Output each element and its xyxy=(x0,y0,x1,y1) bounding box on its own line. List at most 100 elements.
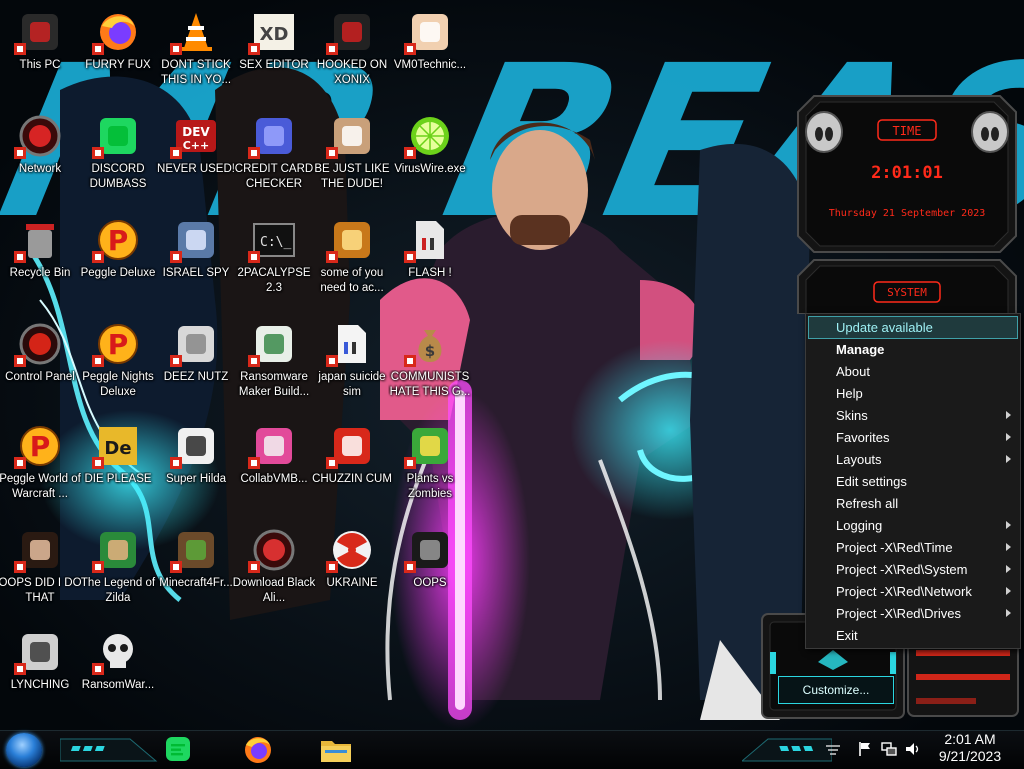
desktop-icon[interactable]: CollabVMB... xyxy=(234,420,314,520)
desktop-icon[interactable]: DONT STICK THIS IN YO... xyxy=(156,6,236,106)
shortcut-badge-icon xyxy=(404,354,416,367)
context-menu-item-label: Project -X\Red\Network xyxy=(836,584,972,599)
desktop-icon[interactable]: P Peggle World of Warcraft ... xyxy=(0,420,81,520)
shortcut-badge-icon xyxy=(92,662,104,675)
context-menu-item-label: Manage xyxy=(836,342,885,357)
desktop-icon[interactable]: some of you need to ac... xyxy=(312,214,392,314)
context-menu-item[interactable]: Project -X\Red\System xyxy=(809,559,1017,580)
desktop-icon[interactable]: DEEZ NUTZ xyxy=(156,318,236,418)
context-menu-item[interactable]: About xyxy=(809,361,1017,382)
taskbar-clock-date[interactable]: 9/21/2023 xyxy=(930,748,1010,765)
shortcut-badge-icon xyxy=(326,354,338,367)
system-widget[interactable]: SYSTEM xyxy=(794,256,1020,314)
start-button[interactable] xyxy=(6,733,42,767)
show-hidden-icons-icon[interactable] xyxy=(824,740,842,758)
taskbar: 2:01 AM 9/21/2023 xyxy=(0,730,1024,769)
desktop-icon[interactable]: LYNCHING xyxy=(0,626,80,726)
desktop-icon[interactable]: CREDIT CARD CHECKER xyxy=(234,110,314,210)
context-menu-item[interactable]: Update available xyxy=(808,316,1018,339)
flag-icon[interactable] xyxy=(856,740,874,758)
context-menu-item[interactable]: Project -X\Red\Drives xyxy=(809,603,1017,624)
folder-icon xyxy=(321,741,351,762)
time-widget[interactable]: TIME 2:01:01 Thursday 21 September 2023 xyxy=(794,92,1020,256)
context-menu-item[interactable]: Help xyxy=(809,383,1017,404)
desktop-icon-label: DONT STICK THIS IN YO... xyxy=(160,59,232,86)
desktop-icon[interactable]: CHUZZIN CUM xyxy=(312,420,392,520)
desktop-icon-label: NEVER USED! xyxy=(157,163,235,175)
desktop-icon-label: Download Black Ali... xyxy=(232,577,316,604)
time-widget-date: Thursday 21 September 2023 xyxy=(829,208,986,219)
context-menu-item[interactable]: Logging xyxy=(809,515,1017,536)
volume-icon[interactable] xyxy=(904,740,922,758)
desktop-icon-label: Minecraft4Fr... xyxy=(159,577,233,589)
desktop-icon-label: Recycle Bin xyxy=(9,267,71,279)
desktop-icon[interactable]: De DIE PLEASE xyxy=(78,420,158,520)
desktop-icon[interactable]: Recycle Bin xyxy=(0,214,80,314)
desktop-icon[interactable]: UKRAINE xyxy=(312,524,392,624)
desktop-icon-label: Peggle Deluxe xyxy=(80,267,156,279)
desktop-icon[interactable]: OOPS DID I DO THAT xyxy=(0,524,82,624)
desktop-icon[interactable]: FLASH ! xyxy=(390,214,470,314)
desktop-icon[interactable]: Plants vs Zombies xyxy=(390,420,470,520)
context-menu-item[interactable]: Manage xyxy=(809,339,1017,360)
desktop-icon[interactable]: This PC xyxy=(0,6,80,106)
desktop-icon-label: Network xyxy=(18,163,62,175)
desktop-icon[interactable]: BE JUST LIKE THE DUDE! xyxy=(312,110,392,210)
context-menu-item[interactable]: Layouts xyxy=(809,449,1017,470)
submenu-arrow-icon xyxy=(1006,433,1011,441)
desktop-icon-label: DISCORD DUMBASS xyxy=(89,163,147,190)
desktop-icon[interactable]: DISCORD DUMBASS xyxy=(78,110,158,210)
desktop-icon[interactable]: japan suicide sim xyxy=(312,318,392,418)
context-menu-item-label: Help xyxy=(836,386,863,401)
shortcut-badge-icon xyxy=(248,250,260,263)
desktop-icon[interactable]: Ransomware Maker Build... xyxy=(234,318,314,418)
submenu-arrow-icon xyxy=(1006,543,1011,551)
system-widget-header: SYSTEM xyxy=(887,286,927,299)
desktop-icon-label: ISRAEL SPY xyxy=(162,267,230,279)
desktop-icon[interactable]: VM0Technic... xyxy=(390,6,470,106)
desktop-icon[interactable]: C:\_ 2PACALYPSE 2.3 xyxy=(234,214,314,314)
desktop-icon[interactable]: RansomWar... xyxy=(78,626,158,726)
context-menu-item-label: Favorites xyxy=(836,430,890,445)
taskbar-clock-time[interactable]: 2:01 AM xyxy=(930,731,1010,748)
taskbar-file-explorer-button[interactable] xyxy=(316,733,356,767)
desktop-icon[interactable]: OOPS xyxy=(390,524,470,624)
taskbar-firefox-button[interactable] xyxy=(238,733,278,767)
context-menu-item[interactable]: Edit settings xyxy=(809,471,1017,492)
shortcut-badge-icon xyxy=(248,146,260,159)
desktop-icon-label: RansomWar... xyxy=(81,679,155,691)
context-menu-item-label: Project -X\Red\System xyxy=(836,562,968,577)
desktop-icon[interactable]: DEV C++ NEVER USED! xyxy=(156,110,236,210)
context-menu-item[interactable]: Exit xyxy=(809,625,1017,646)
desktop-icon[interactable]: P Peggle Nights Deluxe xyxy=(78,318,158,418)
context-menu-item-label: Project -X\Red\Drives xyxy=(836,606,961,621)
desktop-icon[interactable]: Minecraft4Fr... xyxy=(156,524,236,624)
desktop-icon[interactable]: ISRAEL SPY xyxy=(156,214,236,314)
customize-button[interactable]: Customize... xyxy=(778,676,894,704)
context-menu-item[interactable]: Refresh all xyxy=(809,493,1017,514)
desktop-icon[interactable]: The Legend of Zilda xyxy=(78,524,158,624)
desktop-icon[interactable]: XD SEX EDITOR xyxy=(234,6,314,106)
desktop-icon[interactable]: FURRY FUX xyxy=(78,6,158,106)
desktop-icon-label: FURRY FUX xyxy=(85,59,151,71)
desktop-icon-label: CREDIT CARD CHECKER xyxy=(234,163,314,190)
context-menu-item-label: About xyxy=(836,364,870,379)
desktop-icon[interactable]: Super Hilda xyxy=(156,420,236,520)
context-menu-item[interactable]: Favorites xyxy=(809,427,1017,448)
desktop-icon[interactable]: $ COMMUNISTS HATE THIS G... xyxy=(390,318,470,418)
network-tray-icon[interactable] xyxy=(880,740,898,758)
desktop-icon[interactable]: Download Black Ali... xyxy=(232,524,316,624)
desktop-icon-label: OOPS xyxy=(413,577,447,589)
desktop-icon[interactable]: HOOKED ON XONIX xyxy=(312,6,392,106)
context-menu-item[interactable]: Skins xyxy=(809,405,1017,426)
desktop-icon[interactable]: VirusWire.exe xyxy=(390,110,470,210)
taskbar-chat-button[interactable] xyxy=(158,733,198,767)
context-menu-item[interactable]: Project -X\Red\Network xyxy=(809,581,1017,602)
desktop-icon[interactable]: P Peggle Deluxe xyxy=(78,214,158,314)
drives-widget[interactable] xyxy=(906,640,1020,718)
context-menu-item[interactable]: Project -X\Red\Time xyxy=(809,537,1017,558)
desktop-icon[interactable]: Control Panel xyxy=(0,318,80,418)
desktop-icon-label: HOOKED ON XONIX xyxy=(316,59,388,86)
svg-text:$: $ xyxy=(425,342,435,360)
desktop-icon[interactable]: Network xyxy=(0,110,80,210)
